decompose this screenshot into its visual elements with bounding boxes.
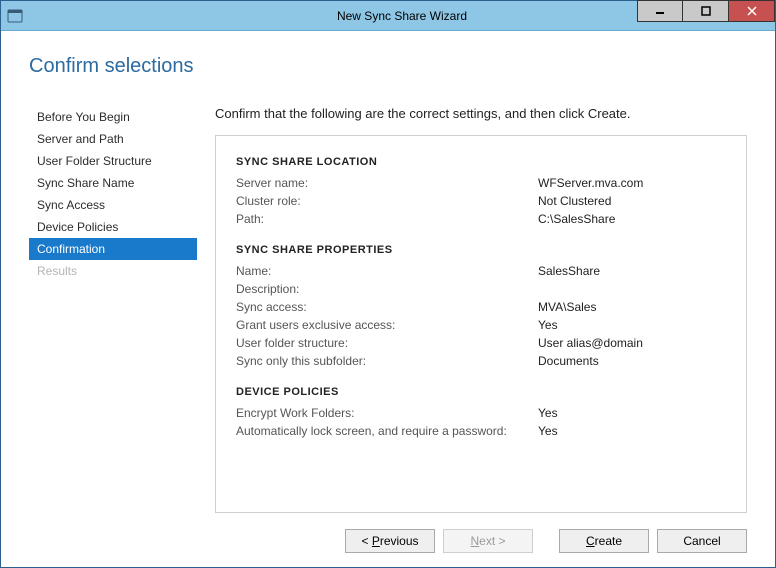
value-folder-structure: User alias@domain [538,336,643,350]
step-confirmation[interactable]: Confirmation [29,238,197,260]
value-sync-access: MVA\Sales [538,300,596,314]
label-exclusive-access: Grant users exclusive access: [236,318,538,332]
titlebar: New Sync Share Wizard [1,1,775,31]
label-server-name: Server name: [236,176,538,190]
next-button: Next > [443,529,533,553]
label-name: Name: [236,264,538,278]
value-name: SalesShare [538,264,600,278]
row-description: Description: [236,280,726,298]
label-sync-access: Sync access: [236,300,538,314]
value-subfolder: Documents [538,354,599,368]
maximize-button[interactable] [683,0,729,22]
page-heading: Confirm selections [29,55,747,78]
row-sync-access: Sync access:MVA\Sales [236,298,726,316]
step-results: Results [29,260,197,282]
wizard-body: Confirm selections Before You Begin Serv… [1,31,775,567]
row-server-name: Server name:WFServer.mva.com [236,174,726,192]
row-name: Name:SalesShare [236,262,726,280]
step-device-policies[interactable]: Device Policies [29,216,197,238]
row-subfolder: Sync only this subfolder:Documents [236,352,726,370]
instruction-text: Confirm that the following are the corre… [215,106,747,121]
step-list: Before You Begin Server and Path User Fo… [29,106,197,513]
wizard-window: New Sync Share Wizard Confirm selections… [0,0,776,568]
label-folder-structure: User folder structure: [236,336,538,350]
summary-panel: SYNC SHARE LOCATION Server name:WFServer… [215,135,747,513]
content-row: Before You Begin Server and Path User Fo… [29,106,747,513]
label-cluster-role: Cluster role: [236,194,538,208]
value-cluster-role: Not Clustered [538,194,611,208]
label-lock-screen: Automatically lock screen, and require a… [236,424,538,438]
button-gap [541,529,551,553]
row-encrypt: Encrypt Work Folders:Yes [236,404,726,422]
create-button[interactable]: Create [559,529,649,553]
button-bar: < Previous Next > Create Cancel [29,513,747,553]
label-path: Path: [236,212,538,226]
row-path: Path:C:\SalesShare [236,210,726,228]
label-subfolder: Sync only this subfolder: [236,354,538,368]
step-user-folder-structure[interactable]: User Folder Structure [29,150,197,172]
cancel-button[interactable]: Cancel [657,529,747,553]
section-device-title: DEVICE POLICIES [236,386,726,398]
app-icon [1,8,29,24]
value-lock-screen: Yes [538,424,558,438]
step-before-you-begin[interactable]: Before You Begin [29,106,197,128]
step-sync-access[interactable]: Sync Access [29,194,197,216]
close-button[interactable] [729,0,775,22]
value-path: C:\SalesShare [538,212,615,226]
minimize-button[interactable] [637,0,683,22]
previous-button[interactable]: < Previous [345,529,435,553]
row-folder-structure: User folder structure:User alias@domain [236,334,726,352]
section-location-title: SYNC SHARE LOCATION [236,156,726,168]
value-server-name: WFServer.mva.com [538,176,643,190]
main-panel: Confirm that the following are the corre… [215,106,747,513]
value-exclusive-access: Yes [538,318,558,332]
window-controls [637,0,775,22]
row-cluster-role: Cluster role:Not Clustered [236,192,726,210]
label-encrypt: Encrypt Work Folders: [236,406,538,420]
row-lock-screen: Automatically lock screen, and require a… [236,422,726,440]
value-encrypt: Yes [538,406,558,420]
label-description: Description: [236,282,538,296]
row-exclusive-access: Grant users exclusive access:Yes [236,316,726,334]
section-properties-title: SYNC SHARE PROPERTIES [236,244,726,256]
step-server-and-path[interactable]: Server and Path [29,128,197,150]
step-sync-share-name[interactable]: Sync Share Name [29,172,197,194]
